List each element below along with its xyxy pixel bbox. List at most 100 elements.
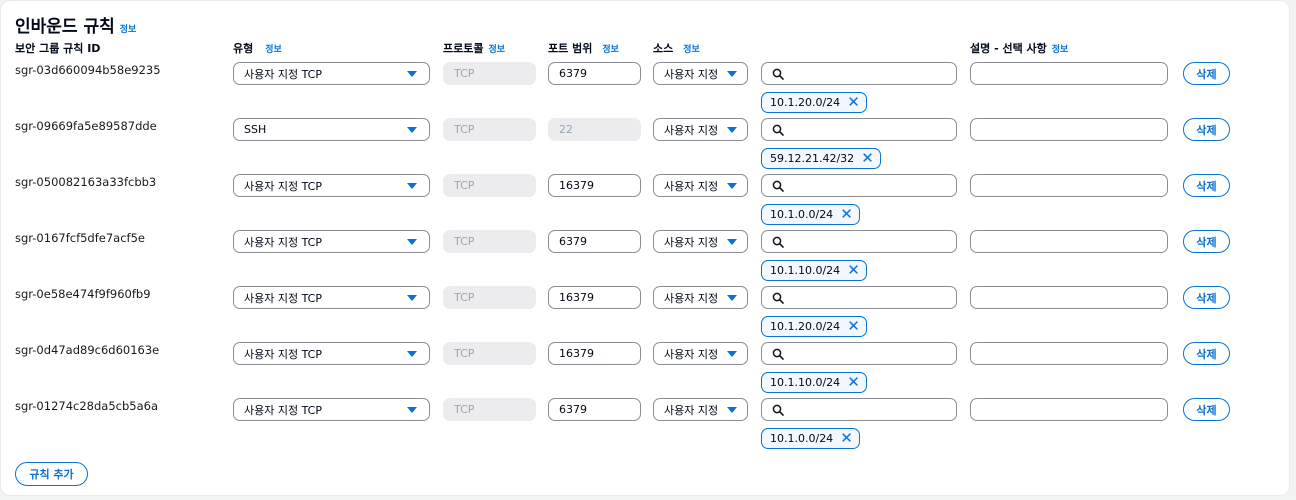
port-range-input[interactable]: 16379 — [548, 174, 641, 197]
caret-down-icon — [407, 351, 417, 357]
type-select[interactable]: 사용자 지정 TCP — [233, 286, 430, 309]
description-input[interactable] — [970, 286, 1168, 309]
source-cidr-token: 10.1.20.0/24 ✕ — [761, 316, 867, 337]
rule-id: sgr-0d47ad89c6d60163e — [15, 343, 160, 357]
source-select[interactable]: 사용자 지정 — [653, 230, 748, 253]
caret-down-icon — [727, 239, 737, 245]
source-info-link[interactable]: 정보 — [683, 45, 700, 55]
header-protocol-label: 프로토콜 — [443, 42, 484, 55]
source-select-value: 사용자 지정 — [664, 123, 719, 137]
source-select-value: 사용자 지정 — [664, 291, 719, 305]
source-search-input[interactable] — [761, 342, 957, 365]
protocol-field: TCP — [443, 62, 536, 85]
protocol-field: TCP — [443, 230, 536, 253]
source-search-input[interactable] — [761, 118, 957, 141]
close-icon[interactable]: ✕ — [840, 207, 853, 222]
type-select[interactable]: SSH — [233, 118, 430, 141]
close-icon[interactable]: ✕ — [847, 375, 860, 390]
type-select-value: 사용자 지정 TCP — [244, 67, 322, 81]
source-select[interactable]: 사용자 지정 — [653, 174, 748, 197]
source-search-input[interactable] — [761, 286, 957, 309]
description-info-link[interactable]: 정보 — [1052, 45, 1069, 55]
rule-id: sgr-03d660094b58e9235 — [15, 63, 161, 77]
delete-rule-button[interactable]: 삭제 — [1183, 118, 1230, 141]
type-select[interactable]: 사용자 지정 TCP — [233, 62, 430, 85]
close-icon[interactable]: ✕ — [847, 95, 860, 110]
inbound-rules-panel: 인바운드 규칙 정보 보안 그룹 규칙 ID 유형 정보 프로토콜 정보 포트 범위 정… — [0, 0, 1290, 496]
description-input[interactable] — [970, 118, 1168, 141]
source-cidr-token: 10.1.0.0/24 ✕ — [761, 428, 860, 449]
description-input[interactable] — [970, 174, 1168, 197]
source-select[interactable]: 사용자 지정 — [653, 118, 748, 141]
caret-down-icon — [727, 351, 737, 357]
source-search-input[interactable] — [761, 62, 957, 85]
rule-id: sgr-050082163a33fcbb3 — [15, 175, 157, 189]
port-range-input[interactable]: 6379 — [548, 62, 641, 85]
description-input[interactable] — [970, 398, 1168, 421]
type-select[interactable]: 사용자 지정 TCP — [233, 174, 430, 197]
type-select[interactable]: 사용자 지정 TCP — [233, 398, 430, 421]
source-select[interactable]: 사용자 지정 — [653, 286, 748, 309]
delete-rule-button[interactable]: 삭제 — [1183, 62, 1230, 85]
type-select[interactable]: 사용자 지정 TCP — [233, 342, 430, 365]
source-select-value: 사용자 지정 — [664, 235, 719, 249]
caret-down-icon — [727, 183, 737, 189]
caret-down-icon — [727, 71, 737, 77]
cidr-value: 10.1.0.0/24 — [770, 432, 834, 445]
description-input[interactable] — [970, 62, 1168, 85]
type-select-value: 사용자 지정 TCP — [244, 291, 322, 305]
caret-down-icon — [407, 295, 417, 301]
protocol-field: TCP — [443, 342, 536, 365]
delete-rule-button[interactable]: 삭제 — [1183, 398, 1230, 421]
delete-rule-button[interactable]: 삭제 — [1183, 342, 1230, 365]
source-cidr-token: 10.1.20.0/24 ✕ — [761, 92, 867, 113]
type-select-value: SSH — [244, 123, 267, 136]
caret-down-icon — [407, 71, 417, 77]
header-description: 설명 - 선택 사항 정보 — [970, 40, 1068, 56]
cidr-value: 10.1.10.0/24 — [770, 264, 841, 277]
add-rule-button[interactable]: 규칙 추가 — [15, 462, 88, 486]
source-select-value: 사용자 지정 — [664, 403, 719, 417]
caret-down-icon — [407, 127, 417, 133]
protocol-info-link[interactable]: 정보 — [488, 45, 505, 55]
search-icon — [772, 68, 784, 80]
port-info-link[interactable]: 정보 — [602, 45, 619, 55]
port-range-input[interactable]: 6379 — [548, 398, 641, 421]
type-select[interactable]: 사용자 지정 TCP — [233, 230, 430, 253]
close-icon[interactable]: ✕ — [840, 431, 853, 446]
port-range-input[interactable]: 16379 — [548, 342, 641, 365]
description-input[interactable] — [970, 230, 1168, 253]
caret-down-icon — [407, 407, 417, 413]
title-info-link[interactable]: 정보 — [120, 25, 137, 35]
port-range-input[interactable]: 6379 — [548, 230, 641, 253]
header-type: 유형 정보 — [233, 40, 282, 56]
source-select[interactable]: 사용자 지정 — [653, 62, 748, 85]
header-source: 소스 정보 — [653, 40, 700, 56]
cidr-value: 59.12.21.42/32 — [770, 152, 855, 165]
rule-id: sgr-09669fa5e89587dde — [15, 119, 157, 133]
source-cidr-token: 10.1.10.0/24 ✕ — [761, 372, 867, 393]
source-search-input[interactable] — [761, 174, 957, 197]
close-icon[interactable]: ✕ — [847, 263, 860, 278]
port-range-input: 22 — [548, 118, 641, 141]
close-icon[interactable]: ✕ — [861, 151, 874, 166]
type-info-link[interactable]: 정보 — [265, 45, 282, 55]
caret-down-icon — [727, 295, 737, 301]
description-input[interactable] — [970, 342, 1168, 365]
source-select[interactable]: 사용자 지정 — [653, 342, 748, 365]
type-select-value: 사용자 지정 TCP — [244, 347, 322, 361]
close-icon[interactable]: ✕ — [847, 319, 860, 334]
delete-rule-button[interactable]: 삭제 — [1183, 230, 1230, 253]
source-cidr-token: 10.1.10.0/24 ✕ — [761, 260, 867, 281]
cidr-value: 10.1.20.0/24 — [770, 96, 841, 109]
source-select[interactable]: 사용자 지정 — [653, 398, 748, 421]
cidr-value: 10.1.10.0/24 — [770, 376, 841, 389]
delete-rule-button[interactable]: 삭제 — [1183, 174, 1230, 197]
source-search-input[interactable] — [761, 230, 957, 253]
protocol-field: TCP — [443, 174, 536, 197]
source-search-input[interactable] — [761, 398, 957, 421]
port-range-input[interactable]: 16379 — [548, 286, 641, 309]
header-port-label: 포트 범위 — [548, 42, 593, 55]
caret-down-icon — [407, 239, 417, 245]
delete-rule-button[interactable]: 삭제 — [1183, 286, 1230, 309]
